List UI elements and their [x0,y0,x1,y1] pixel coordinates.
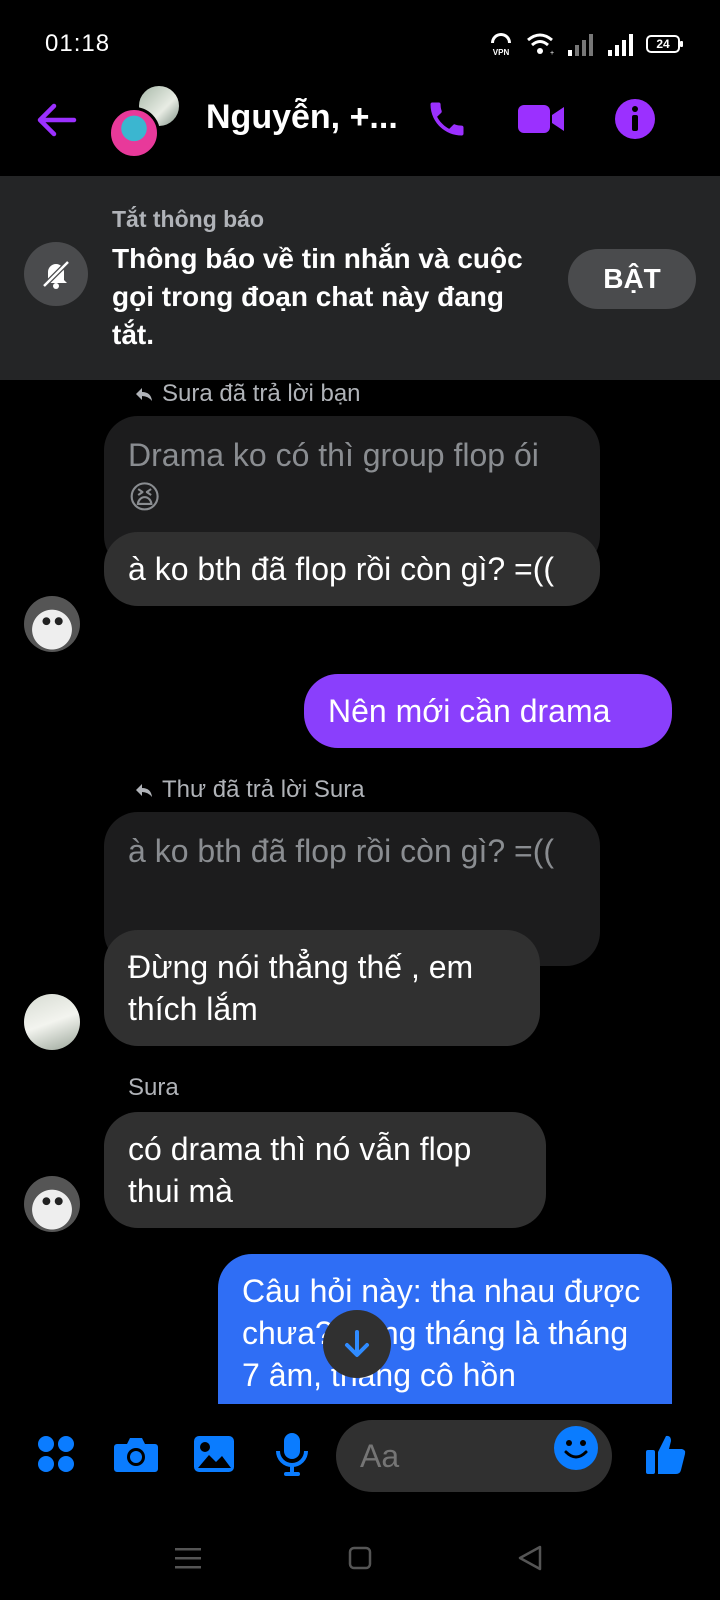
reply-label: Thư đã trả lời Sura [134,776,365,804]
phone-icon [430,102,464,136]
message-bubble-outgoing[interactable]: Nên mới cần drama [304,674,672,748]
mute-description: Thông báo về tin nhắn và cuộc gọi trong … [112,243,523,350]
like-button[interactable] [640,1428,692,1480]
info-icon [615,99,655,139]
reply-label-text: Thư đã trả lời Sura [162,776,365,803]
video-icon [518,105,564,133]
recent-apps-button[interactable] [168,1538,208,1578]
back-arrow-icon [37,103,77,137]
system-navigation-bar [0,1514,720,1600]
avatar [108,107,160,159]
svg-text:VPN: VPN [493,48,510,57]
signal-2-icon [608,34,633,56]
menu-icon [175,1548,201,1569]
voice-call-button[interactable] [422,94,472,144]
thumbs-up-icon [646,1435,686,1474]
camera-button[interactable] [110,1428,162,1480]
camera-icon [114,1438,158,1472]
chat-header: Nguyễn, +... [0,80,720,176]
chat-title[interactable]: Nguyễn, +... [206,98,406,137]
mic-icon [276,1433,308,1476]
svg-text:+: + [550,50,554,56]
apps-button[interactable] [30,1428,82,1480]
bell-off-icon [42,260,70,289]
status-icons: VPN + 24 [488,30,683,58]
group-avatar[interactable] [108,83,188,163]
back-triangle-icon [518,1545,542,1571]
reply-label-text: Sura đã trả lời bạn [162,380,361,407]
signal-1-icon [568,34,593,56]
back-nav-button[interactable] [510,1538,550,1578]
arrow-down-icon [345,1330,369,1357]
message-bubble[interactable]: Đừng nói thẳng thế , em thích lắm [104,930,540,1046]
gallery-button[interactable] [188,1428,240,1480]
reply-arrow-icon [136,388,152,401]
avatar[interactable] [24,1176,80,1232]
message-composer [0,1404,720,1514]
mute-icon-wrapper [24,242,88,306]
mute-banner: Tắt thông báo Thông báo về tin nhắn và c… [0,176,720,380]
home-square-icon [348,1546,372,1570]
image-icon [194,1436,234,1472]
reply-arrow-icon [136,784,152,797]
back-button[interactable] [34,98,78,142]
info-button[interactable] [610,94,660,144]
wifi-icon: + [527,33,554,56]
apps-icon [38,1436,74,1472]
status-time: 01:18 [45,30,111,57]
battery-indicator: 24 [646,35,683,53]
message-bubble-outgoing[interactable]: Câu hỏi này: tha nhau được chưa? Sang th… [218,1254,672,1404]
vpn-icon: VPN [491,33,511,57]
video-call-button[interactable] [516,94,566,144]
voice-message-button[interactable] [266,1428,318,1480]
sender-name: Sura [128,1074,179,1101]
status-bar: 01:18 VPN + 24 [0,0,720,80]
message-bubble[interactable]: có drama thì nó vẫn flop thui mà [104,1112,546,1228]
reply-label: Sura đã trả lời bạn [134,380,361,408]
emoji-icon [555,1427,597,1469]
avatar[interactable] [24,596,80,652]
emoji-button[interactable] [554,1426,598,1470]
message-list[interactable]: Sura đã trả lời bạn Drama ko có thì grou… [0,380,720,1404]
avatar[interactable] [24,994,80,1050]
scroll-to-bottom-button[interactable] [323,1310,391,1378]
home-button[interactable] [340,1538,380,1578]
unmute-button[interactable]: BẬT [568,249,696,309]
message-bubble[interactable]: à ko bth đã flop rồi còn gì? =(( [104,532,600,606]
mute-title: Tắt thông báo [112,206,265,232]
